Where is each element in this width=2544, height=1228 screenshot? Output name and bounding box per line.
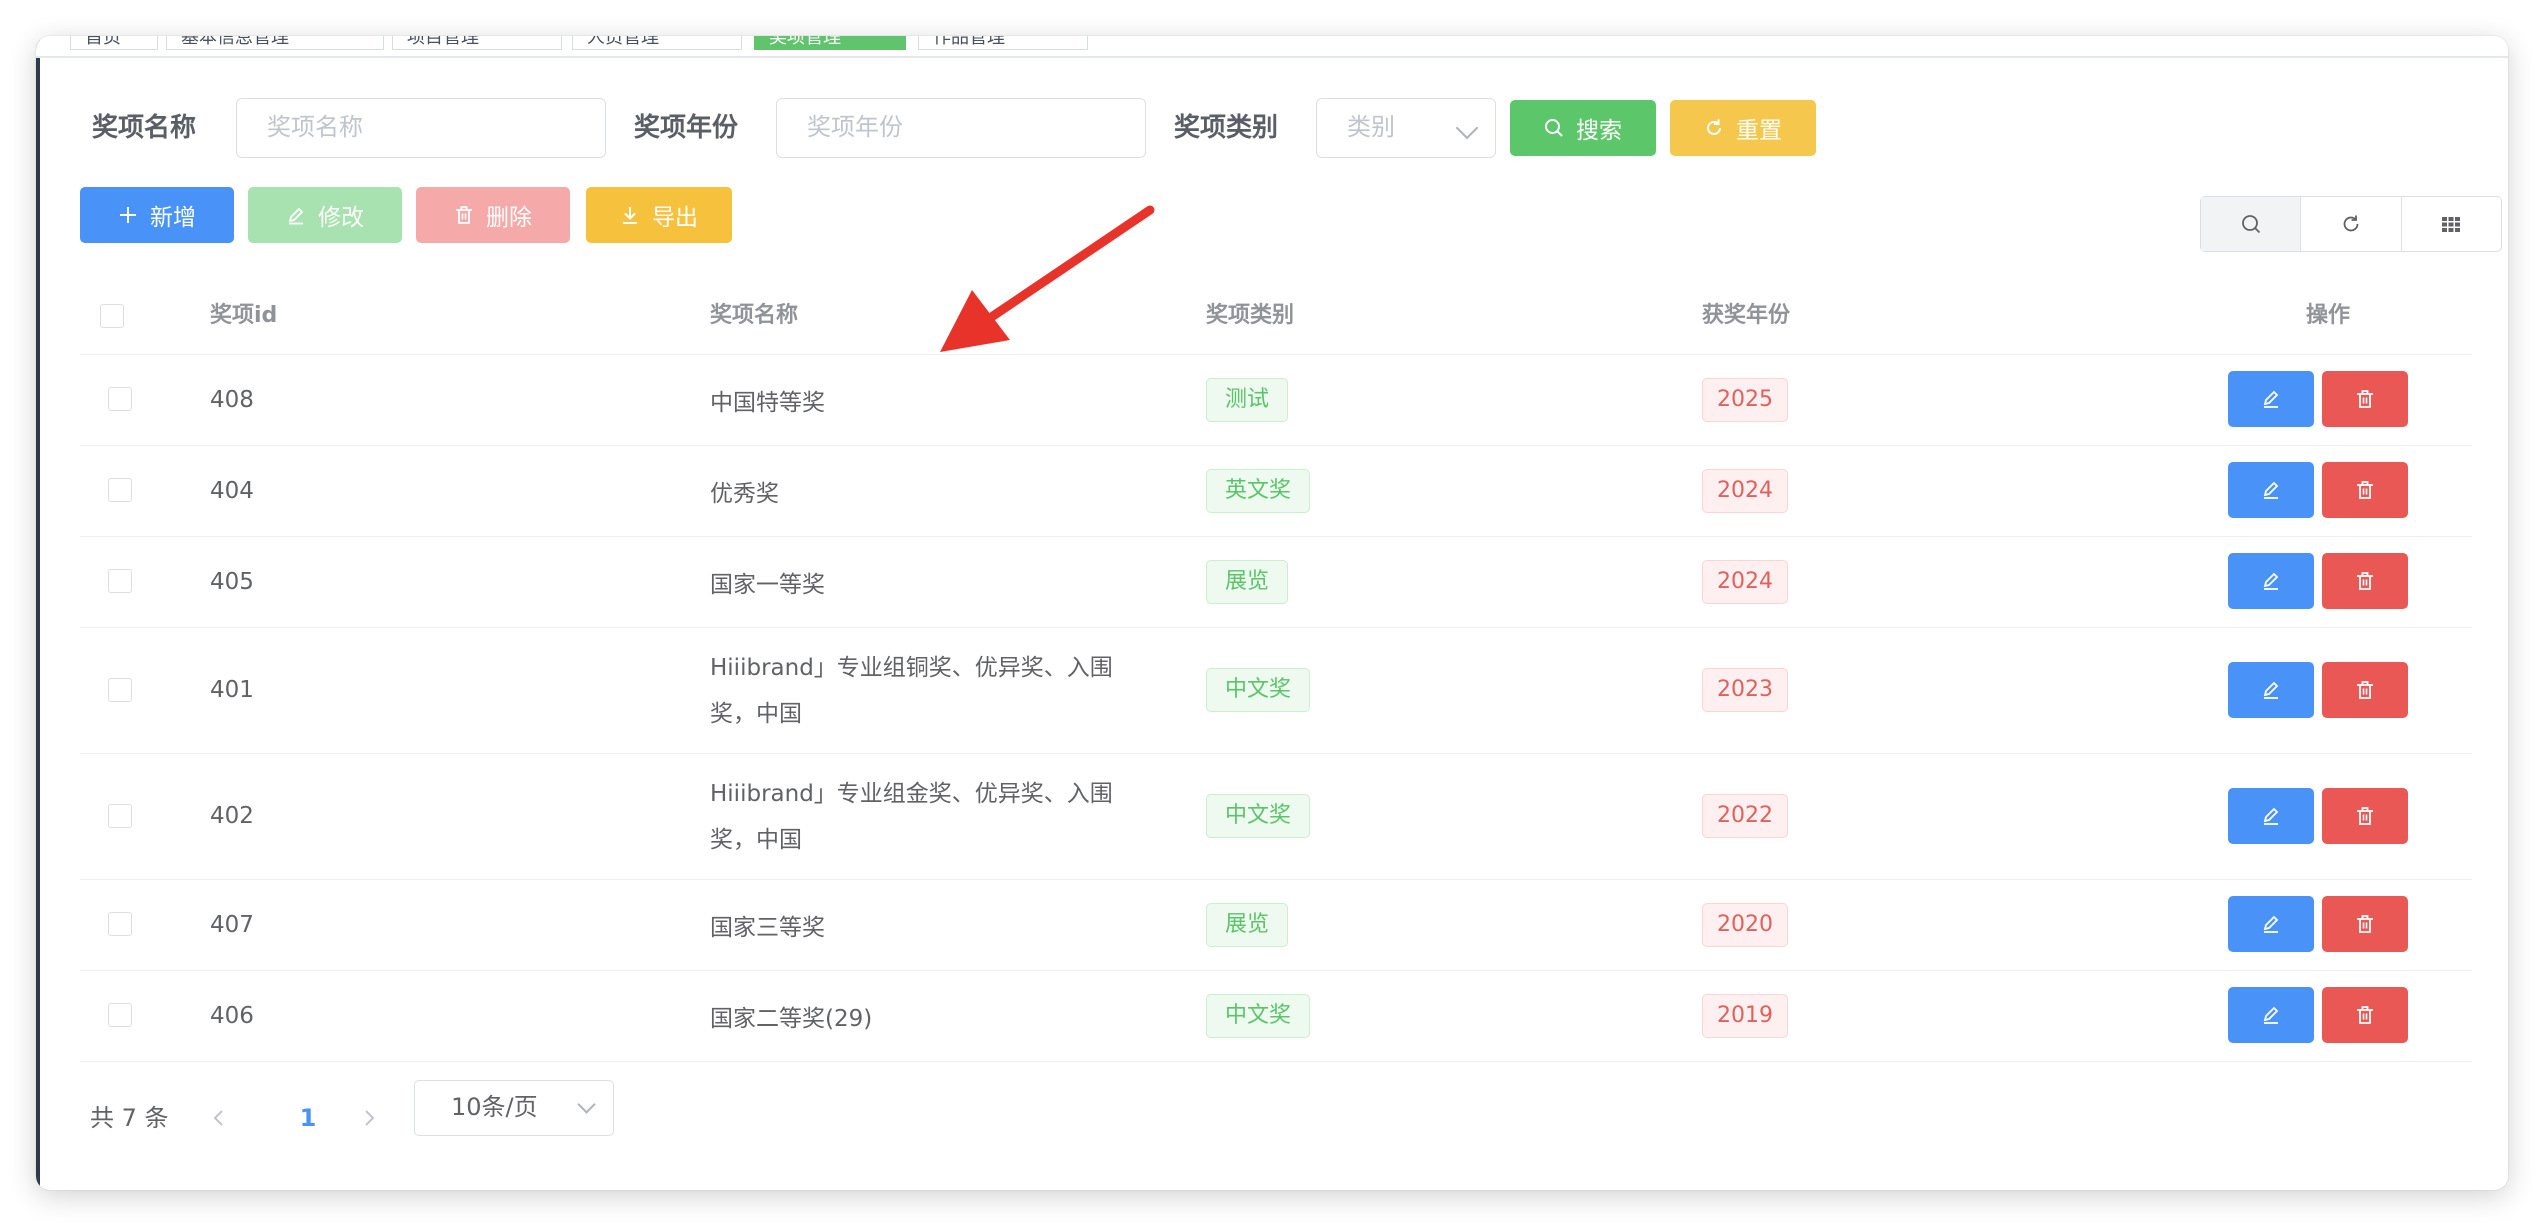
annotation-arrow (940, 205, 1155, 352)
